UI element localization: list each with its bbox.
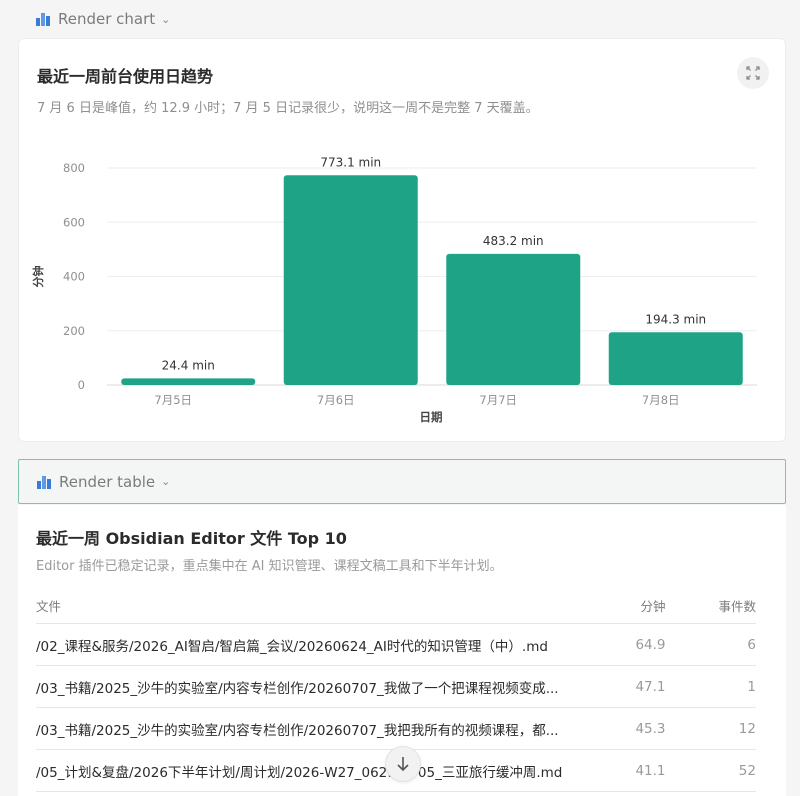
table-row: /03_书籍/2025_沙牛的实验室/内容专栏创作/20260707_我做了一个… bbox=[36, 666, 756, 708]
y-tick-label: 0 bbox=[78, 378, 85, 392]
y-tick-label: 400 bbox=[63, 270, 85, 284]
data-label: 483.2 min bbox=[483, 234, 544, 248]
table-subtitle: Editor 插件已稳定记录，重点集中在 AI 知识管理、课程文稿工具和下半年计… bbox=[36, 559, 503, 574]
table-header-row: 文件 分钟 事件数 bbox=[36, 587, 756, 624]
x-tick-label: 7月5日 bbox=[154, 393, 192, 407]
scroll-down-button[interactable] bbox=[385, 746, 421, 782]
events-cell: 1 bbox=[747, 678, 756, 695]
bar-chart: 0 200 400 600 800 分钟 24.4 min 7月5日 773.1 min 7月6日… bbox=[31, 155, 757, 424]
x-tick-label: 7月7日 bbox=[479, 393, 517, 407]
y-tick-label: 800 bbox=[63, 161, 85, 175]
events-cell: 6 bbox=[747, 636, 756, 653]
x-tick-label: 7月6日 bbox=[317, 393, 355, 407]
bar bbox=[121, 378, 256, 385]
x-tick-label: 7月8日 bbox=[642, 393, 680, 407]
events-cell: 12 bbox=[738, 720, 756, 737]
bar bbox=[446, 253, 581, 385]
table-title: 最近一周 Obsidian Editor 文件 Top 10 bbox=[36, 529, 347, 548]
render-chart-toggle[interactable]: Render chart ⌄ bbox=[18, 1, 786, 37]
y-tick-label: 200 bbox=[63, 324, 85, 338]
minutes-cell: 47.1 bbox=[635, 678, 666, 695]
render-table-toggle[interactable]: Render table ⌄ bbox=[18, 459, 786, 504]
column-header-events: 事件数 bbox=[718, 598, 756, 614]
render-chart-label: Render chart bbox=[58, 10, 156, 28]
render-table-label: Render table bbox=[59, 472, 156, 491]
file-cell: /03_书籍/2025_沙牛的实验室/内容专栏创作/20260707_我把我所有… bbox=[36, 722, 559, 739]
chevron-down-icon: ⌄ bbox=[161, 475, 171, 488]
bar bbox=[608, 332, 743, 385]
column-header-file: 文件 bbox=[36, 598, 62, 614]
table-app-icon bbox=[37, 475, 51, 489]
file-cell: /05_计划&复盘/2026下半年计划/周计划/2026-W27_0629-07… bbox=[36, 764, 563, 781]
file-cell: /03_书籍/2025_沙牛的实验室/内容专栏创作/20260707_我做了一个… bbox=[36, 680, 559, 697]
x-axis-label: 日期 bbox=[420, 410, 443, 424]
bar bbox=[283, 175, 418, 385]
data-label: 24.4 min bbox=[162, 358, 215, 372]
table-row: /03_书籍/2025_沙牛的实验室/内容专栏创作/20260707_我把我所有… bbox=[36, 708, 756, 750]
minutes-cell: 45.3 bbox=[635, 720, 666, 737]
file-cell: /02_课程&服务/2026_AI智启/智启篇_会议/20260624_AI时代… bbox=[36, 638, 548, 655]
data-label: 773.1 min bbox=[320, 155, 381, 169]
table-row: /02_课程&服务/2026_AI智启/智启篇_会议/20260624_AI时代… bbox=[36, 624, 756, 666]
y-axis-label: 分钟 bbox=[31, 266, 45, 288]
chart-card: 最近一周前台使用日趋势 7 月 6 日是峰值，约 12.9 小时；7 月 5 日… bbox=[18, 38, 786, 442]
chevron-down-icon: ⌄ bbox=[161, 12, 171, 26]
events-cell: 52 bbox=[738, 762, 756, 779]
minutes-cell: 64.9 bbox=[635, 636, 666, 653]
arrow-down-icon bbox=[397, 757, 409, 772]
data-label: 194.3 min bbox=[645, 312, 706, 326]
column-header-minutes: 分钟 bbox=[640, 598, 666, 614]
y-tick-label: 600 bbox=[63, 215, 85, 229]
minutes-cell: 41.1 bbox=[635, 762, 666, 779]
chart-app-icon bbox=[36, 12, 50, 26]
